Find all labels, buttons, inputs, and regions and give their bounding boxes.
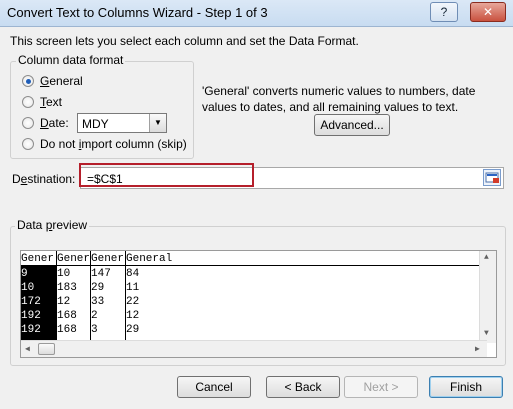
column-header[interactable]: Gener	[21, 253, 54, 265]
horizontal-scrollbar[interactable]: ◀ ▶	[21, 340, 487, 357]
window-title: Convert Text to Columns Wizard - Step 1 …	[7, 5, 268, 20]
close-button[interactable]: ✕	[470, 2, 506, 22]
cancel-button[interactable]: Cancel	[177, 376, 251, 398]
preview-cell: 12	[57, 296, 71, 308]
radio-general-circle[interactable]	[22, 75, 34, 87]
chevron-down-icon[interactable]: ▼	[149, 114, 166, 132]
scroll-left-icon[interactable]: ◀	[25, 344, 30, 354]
next-button[interactable]: Next >	[344, 376, 418, 398]
radio-skip-circle[interactable]	[22, 138, 34, 150]
advanced-button[interactable]: Advanced...	[314, 114, 390, 136]
radio-date-label: Date:	[40, 116, 69, 130]
column-header[interactable]: Gener	[91, 253, 124, 265]
data-preview-legend: Data preview	[15, 218, 90, 232]
preview-cell: 147	[91, 268, 111, 280]
collapse-dialog-icon[interactable]	[483, 169, 501, 186]
format-description: 'General' converts numeric values to num…	[202, 84, 476, 114]
scroll-up-icon[interactable]: ▲	[484, 253, 489, 262]
preview-cell: 11	[126, 282, 140, 294]
preview-cell: 2	[91, 310, 98, 322]
data-preview-grid[interactable]: Gener Gener Gener General 9 10 147 84 10…	[20, 250, 497, 358]
preview-cell: 29	[91, 282, 105, 294]
preview-cell: 12	[126, 310, 140, 322]
back-button[interactable]: < Back	[266, 376, 340, 398]
radio-date[interactable]: Date:	[22, 115, 69, 131]
intro-text: This screen lets you select each column …	[10, 34, 359, 48]
preview-cell: 192	[21, 324, 41, 336]
radio-skip-label: Do not import column (skip)	[40, 137, 187, 151]
vertical-scrollbar[interactable]: ▲ ▼	[479, 251, 496, 343]
radio-text-circle[interactable]	[22, 96, 34, 108]
radio-text[interactable]: Text	[22, 94, 62, 110]
title-bar: Convert Text to Columns Wizard - Step 1 …	[0, 0, 513, 27]
radio-general-label: General	[40, 74, 83, 88]
date-format-value: MDY	[82, 117, 109, 131]
radio-skip[interactable]: Do not import column (skip)	[22, 136, 187, 152]
date-format-select[interactable]: MDY ▼	[77, 113, 167, 133]
preview-cell: 84	[126, 268, 140, 280]
scroll-right-icon[interactable]: ▶	[475, 344, 480, 354]
column-header[interactable]: General	[126, 253, 172, 265]
radio-date-circle[interactable]	[22, 117, 34, 129]
preview-cell: 10	[21, 282, 35, 294]
horizontal-scroll-thumb[interactable]	[38, 343, 55, 355]
help-button[interactable]: ?	[430, 2, 458, 22]
preview-cell: 9	[21, 268, 28, 280]
preview-cell: 3	[91, 324, 98, 336]
scroll-down-icon[interactable]: ▼	[484, 329, 489, 338]
preview-cell: 183	[57, 282, 77, 294]
preview-cell: 10	[57, 268, 71, 280]
preview-cell: 22	[126, 296, 140, 308]
preview-cell: 168	[57, 324, 77, 336]
radio-text-label: Text	[40, 95, 63, 109]
preview-cell: 33	[91, 296, 105, 308]
destination-highlight	[79, 163, 254, 187]
preview-cell: 29	[126, 324, 140, 336]
preview-cell: 168	[57, 310, 77, 322]
destination-label: Destination:	[12, 172, 76, 186]
column-format-legend: Column data format	[16, 53, 126, 67]
column-header[interactable]: Gener	[57, 253, 90, 265]
preview-cell: 192	[21, 310, 41, 322]
radio-general[interactable]: General	[22, 73, 83, 89]
finish-button[interactable]: Finish	[429, 376, 503, 398]
preview-cell: 172	[21, 296, 41, 308]
